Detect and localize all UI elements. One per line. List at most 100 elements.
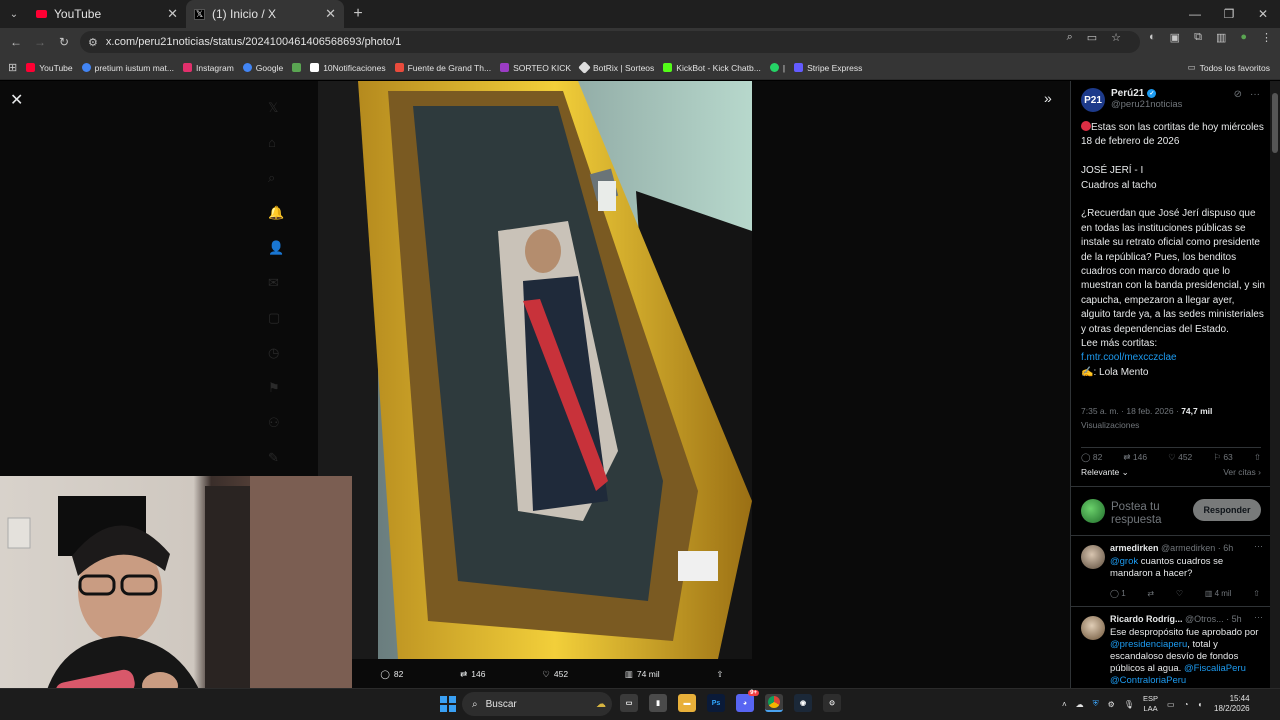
author-handle[interactable]: @peru21noticias bbox=[1111, 99, 1182, 110]
post-link[interactable]: f.mtr.cool/mexcczclae bbox=[1081, 351, 1266, 365]
author-name[interactable]: Perú21 bbox=[1111, 88, 1144, 99]
security-icon[interactable]: ⛨ bbox=[1093, 699, 1099, 709]
bookmark-unnamed[interactable] bbox=[292, 63, 302, 72]
share-button[interactable]: ⇧ bbox=[716, 669, 723, 680]
bookmark-whatsapp[interactable]: | bbox=[769, 63, 785, 73]
like-button[interactable]: ♡ 452 bbox=[1168, 452, 1192, 463]
grok-icon[interactable]: ⊘ bbox=[1234, 89, 1242, 100]
bookmark-pretium[interactable]: pretium iustum mat... bbox=[81, 63, 174, 73]
puzzle-icon[interactable]: ⧉ bbox=[1194, 31, 1202, 44]
back-icon[interactable]: ← bbox=[4, 35, 28, 49]
like-button[interactable]: ♡ bbox=[1176, 589, 1183, 598]
scrollbar-thumb[interactable] bbox=[1272, 93, 1278, 153]
media-icon[interactable]: ▣ bbox=[1170, 31, 1180, 44]
display-icon[interactable]: ▭ bbox=[1167, 700, 1175, 709]
bookmark-kickbot[interactable]: KickBot - Kick Chatb... bbox=[663, 63, 761, 73]
cast-icon[interactable]: ▭ bbox=[1087, 31, 1097, 44]
view-quotes-link[interactable]: Ver citas › bbox=[1223, 467, 1261, 478]
site-info-icon[interactable]: ⚙ bbox=[88, 36, 98, 49]
bookmark-google[interactable]: Google bbox=[242, 63, 283, 73]
bookmark-10notificaciones[interactable]: 10Notificaciones bbox=[310, 63, 386, 73]
mention-link[interactable]: @grok bbox=[1110, 556, 1138, 567]
forward-icon[interactable]: → bbox=[28, 35, 52, 49]
app-icon[interactable]: ▮ bbox=[649, 694, 667, 712]
task-view-icon[interactable]: ▭ bbox=[620, 694, 638, 712]
apps-icon[interactable]: ⊞ bbox=[8, 61, 17, 74]
reply-button[interactable]: ◯ 82 bbox=[380, 669, 403, 680]
views-button[interactable]: ▥ 4 mil bbox=[1205, 589, 1232, 598]
minimize-icon[interactable]: — bbox=[1178, 7, 1212, 21]
mention-link[interactable]: @presidenciaperu bbox=[1110, 639, 1187, 650]
reply-author[interactable]: armedirken bbox=[1110, 543, 1159, 553]
bookmark-botrix[interactable]: BotRix | Sorteos bbox=[578, 61, 654, 74]
more-icon[interactable]: ··· bbox=[1250, 89, 1260, 100]
post-time[interactable]: 7:35 a. m. · 18 feb. 2026 · bbox=[1081, 406, 1179, 416]
windows-start-button[interactable] bbox=[440, 696, 456, 712]
bookmark-stripe[interactable]: Stripe Express bbox=[794, 63, 862, 73]
bookmark-gta[interactable]: Fuente de Grand Th... bbox=[394, 63, 491, 73]
close-window-icon[interactable]: ✕ bbox=[1246, 7, 1280, 21]
bookmark-youtube[interactable]: YouTube bbox=[26, 63, 73, 73]
bookmark-star-icon[interactable]: ☆ bbox=[1111, 31, 1121, 44]
repost-button[interactable]: ⇄ bbox=[1147, 589, 1154, 598]
scrollbar[interactable] bbox=[1270, 81, 1280, 688]
author-avatar[interactable]: P21 bbox=[1081, 88, 1105, 112]
reload-icon[interactable]: ↻ bbox=[52, 35, 76, 49]
expand-panel-icon[interactable]: » bbox=[1044, 90, 1052, 106]
sort-dropdown[interactable]: Relevante ⌄ bbox=[1081, 467, 1129, 478]
share-icon[interactable]: ⇧ bbox=[1254, 452, 1261, 463]
discord-icon[interactable]: ◕ 9+ bbox=[736, 690, 759, 712]
share-icon[interactable]: ⇧ bbox=[1253, 589, 1260, 598]
reply-item[interactable]: Ricardo Rodríg... @Otros... · 5h ··· Ese… bbox=[1071, 608, 1270, 688]
mic-icon[interactable]: 🎙 bbox=[1124, 700, 1134, 709]
reply-avatar[interactable] bbox=[1081, 616, 1105, 640]
reply-submit-button[interactable]: Responder bbox=[1193, 499, 1261, 521]
language-indicator[interactable]: ESP LAA bbox=[1143, 694, 1158, 714]
settings-icon[interactable]: ⚙ bbox=[1108, 700, 1115, 709]
new-tab-button[interactable]: + bbox=[344, 5, 372, 23]
more-icon[interactable]: ··· bbox=[1254, 612, 1263, 622]
tab-youtube[interactable]: YouTube ✕ bbox=[28, 0, 186, 28]
repost-button[interactable]: ⇄ 146 bbox=[460, 669, 485, 680]
sidepanel-icon[interactable]: ▥ bbox=[1216, 31, 1226, 44]
tab-x[interactable]: 𝕏 (1) Inicio / X ✕ bbox=[186, 0, 344, 28]
reply-avatar[interactable] bbox=[1081, 545, 1105, 569]
chevron-up-icon[interactable]: ˄ bbox=[1062, 700, 1067, 709]
chrome-icon[interactable] bbox=[765, 694, 783, 712]
system-clock[interactable]: 15:44 18/2/2026 bbox=[1214, 694, 1250, 714]
file-explorer-icon[interactable]: ▬ bbox=[678, 694, 696, 712]
taskbar-search[interactable]: ⌕ Buscar ☁ bbox=[462, 692, 612, 716]
bookmark-button[interactable]: ⚐ 63 bbox=[1213, 452, 1232, 463]
restore-icon[interactable]: ❐ bbox=[1212, 7, 1246, 21]
bookmark-sorteo-kick[interactable]: SORTEO KICK bbox=[500, 63, 571, 73]
views-button[interactable]: ▥ 74 mil bbox=[625, 669, 660, 680]
all-bookmarks[interactable]: ▭ Todos los favoritos bbox=[1188, 62, 1270, 73]
photoshop-icon[interactable]: Ps bbox=[707, 694, 725, 712]
extension-icon[interactable]: ◐ bbox=[1149, 31, 1156, 44]
post-photo[interactable] bbox=[318, 81, 752, 659]
profile-avatar[interactable]: ● bbox=[1240, 31, 1247, 44]
repost-button[interactable]: ⇄ 146 bbox=[1123, 452, 1147, 463]
like-button[interactable]: ♡ 452 bbox=[542, 669, 568, 680]
reply-author[interactable]: Ricardo Rodríg... bbox=[1110, 614, 1183, 624]
close-tab-icon[interactable]: ✕ bbox=[325, 6, 336, 22]
more-icon[interactable]: ··· bbox=[1254, 541, 1263, 551]
reply-input[interactable]: Postea tu respuesta bbox=[1111, 501, 1181, 527]
bookmark-instagram[interactable]: Instagram bbox=[182, 63, 234, 73]
close-viewer-icon[interactable]: ✕ bbox=[10, 90, 23, 110]
reply-button[interactable]: ◯ 82 bbox=[1081, 452, 1102, 463]
address-bar[interactable]: ⚙ x.com/peru21noticias/status/2024100461… bbox=[80, 31, 1140, 53]
tab-search-button[interactable]: ⌄ bbox=[0, 0, 28, 28]
reply-button[interactable]: ◯ 1 bbox=[1110, 589, 1126, 598]
post-author[interactable]: P21 Perú21 ✓ @peru21noticias bbox=[1081, 88, 1182, 112]
onedrive-icon[interactable]: ☁ bbox=[1076, 700, 1084, 709]
wifi-icon[interactable]: ◔ bbox=[1184, 700, 1189, 709]
app-icon[interactable]: ⊙ bbox=[823, 694, 841, 712]
volume-icon[interactable]: ◖ bbox=[1197, 700, 1202, 709]
reply-item[interactable]: armedirken @armedirken · 6h ··· @grok cu… bbox=[1071, 537, 1270, 607]
close-tab-icon[interactable]: ✕ bbox=[167, 6, 178, 22]
zoom-icon[interactable]: ⌕ bbox=[1067, 31, 1073, 44]
folder-icon: ▭ bbox=[1187, 62, 1196, 72]
menu-icon[interactable]: ⋮ bbox=[1261, 31, 1272, 44]
steam-icon[interactable]: ◉ bbox=[794, 694, 812, 712]
